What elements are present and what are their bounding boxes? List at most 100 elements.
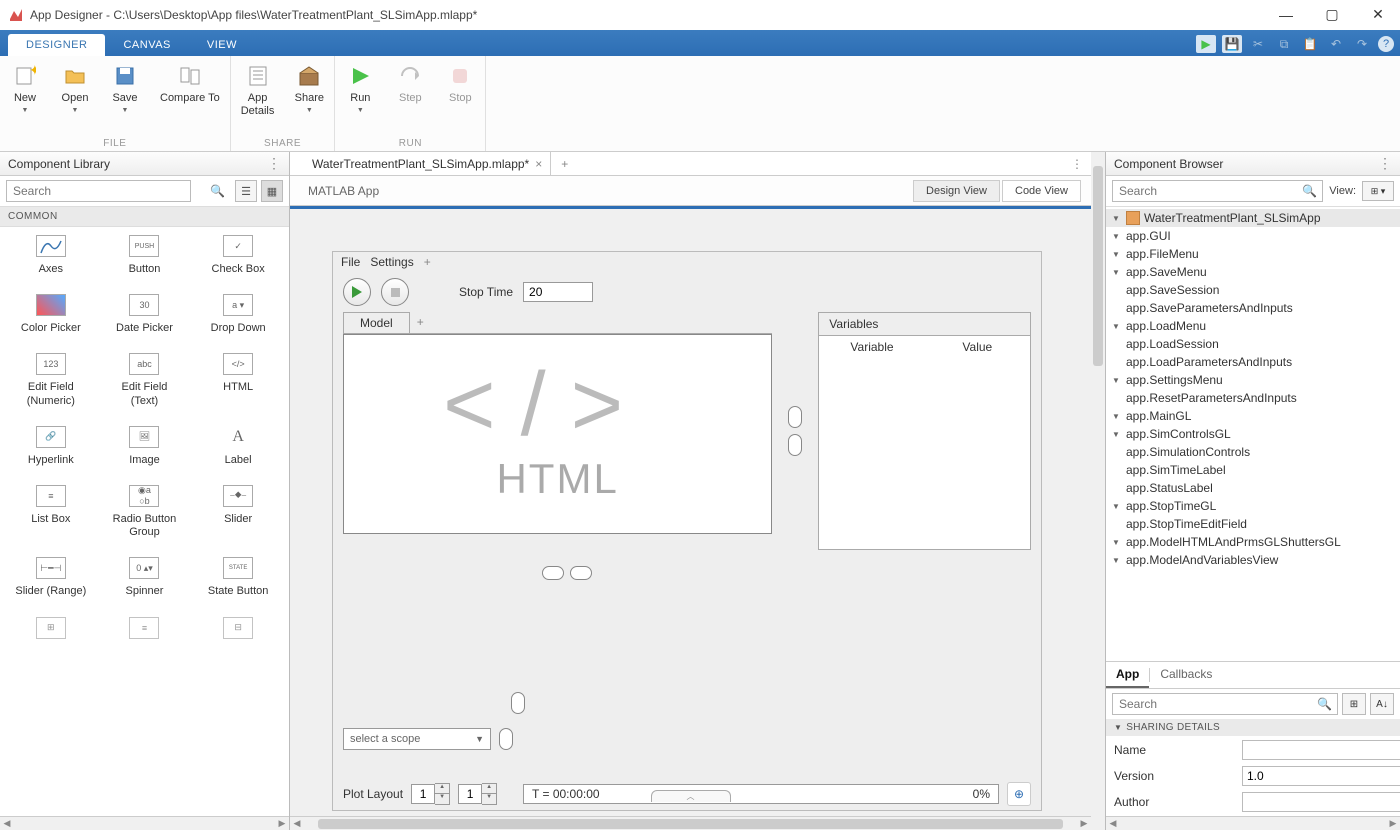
share-button[interactable]: Share ▼ <box>284 60 334 136</box>
expand-icon[interactable]: ▼ <box>1112 322 1122 331</box>
drawer-handle[interactable]: ︿ <box>651 790 731 802</box>
tree-node[interactable]: ▼app.FileMenu <box>1106 245 1400 263</box>
model-tab[interactable]: Model <box>343 312 410 333</box>
quick-undo-icon[interactable]: ↶ <box>1326 35 1346 53</box>
component-image[interactable]: 🖼Image <box>102 426 186 467</box>
add-menu-icon[interactable]: + <box>424 255 431 269</box>
component-more[interactable]: ⊞ <box>9 617 93 645</box>
component-label[interactable]: ALabel <box>196 426 280 467</box>
sharing-details-section[interactable]: ▼SHARING DETAILS <box>1106 719 1400 736</box>
plot-cols-spinner[interactable]: ▲▼ <box>458 783 497 805</box>
component-editfield-text[interactable]: abcEdit Field (Text) <box>102 353 186 407</box>
prop-val-version[interactable] <box>1242 766 1400 786</box>
quick-cut-icon[interactable]: ✂ <box>1248 35 1268 53</box>
tree-node[interactable]: app.SimulationControls <box>1106 443 1400 461</box>
shutter-pill[interactable] <box>499 728 513 750</box>
app-window[interactable]: File Settings + Stop Time Model + <box>332 251 1042 811</box>
stop-button[interactable]: Stop <box>435 60 485 136</box>
vertical-shutters[interactable] <box>788 312 802 550</box>
tab-canvas[interactable]: CANVAS <box>105 34 188 56</box>
expand-icon[interactable]: ▼ <box>1112 412 1122 421</box>
prop-grid-button[interactable]: ⊞ <box>1342 693 1366 715</box>
component-slider-range[interactable]: ⊢━⊣Slider (Range) <box>9 557 93 598</box>
tree-node[interactable]: ▼app.LoadMenu <box>1106 317 1400 335</box>
tree-node[interactable]: ▼app.StopTimeGL <box>1106 497 1400 515</box>
component-html[interactable]: </>HTML <box>196 353 280 407</box>
tab-designer[interactable]: DESIGNER <box>8 34 105 56</box>
component-search-input[interactable] <box>6 180 191 202</box>
browser-search-input[interactable] <box>1112 180 1323 202</box>
tree-node[interactable]: app.SaveSession <box>1106 281 1400 299</box>
add-model-tab[interactable]: + <box>409 312 432 333</box>
component-button[interactable]: PUSHButton <box>102 235 186 276</box>
component-more[interactable]: ≡ <box>102 617 186 645</box>
tab-view[interactable]: VIEW <box>189 34 255 56</box>
variables-tab[interactable]: Variables <box>818 312 1031 335</box>
sim-run-button[interactable] <box>343 278 371 306</box>
app-details-button[interactable]: App Details <box>231 60 285 136</box>
tree-node[interactable]: app.LoadParametersAndInputs <box>1106 353 1400 371</box>
tree-node[interactable]: ▼WaterTreatmentPlant_SLSimApp <box>1106 209 1400 227</box>
plot-rows-spinner[interactable]: ▲▼ <box>411 783 450 805</box>
run-button[interactable]: Run ▼ <box>335 60 385 136</box>
canvas-vscrollbar[interactable] <box>1091 152 1105 830</box>
new-button[interactable]: ✦ New ▼ <box>0 60 50 136</box>
horizontal-shutters[interactable] <box>290 560 1041 586</box>
zoom-button[interactable]: ⊕ <box>1007 782 1031 806</box>
sim-stop-button[interactable] <box>381 278 409 306</box>
component-datepicker[interactable]: 30Date Picker <box>102 294 186 335</box>
minimize-button[interactable]: — <box>1272 7 1300 23</box>
html-component[interactable]: < / > HTML <box>343 334 772 534</box>
close-tab-icon[interactable]: × <box>535 157 542 171</box>
maximize-button[interactable]: ▢ <box>1318 6 1346 23</box>
tree-node[interactable]: ▼app.ModelAndVariablesView <box>1106 551 1400 569</box>
open-button[interactable]: Open ▼ <box>50 60 100 136</box>
component-statebutton[interactable]: STATEState Button <box>196 557 280 598</box>
prop-val-author[interactable] <box>1242 792 1400 812</box>
component-more[interactable]: ⊟ <box>196 617 280 645</box>
expand-icon[interactable]: ▼ <box>1112 538 1122 547</box>
left-scrollbar[interactable]: ◀▶ <box>0 816 289 830</box>
view-dropdown[interactable]: ⊞ ▾ <box>1362 181 1394 201</box>
canvas-area[interactable]: File Settings + Stop Time Model + <box>290 206 1091 816</box>
tree-node[interactable]: app.LoadSession <box>1106 335 1400 353</box>
tree-node[interactable]: ▼app.SaveMenu <box>1106 263 1400 281</box>
expand-icon[interactable]: ▼ <box>1112 250 1122 259</box>
component-dropdown[interactable]: a ▾Drop Down <box>196 294 280 335</box>
add-tab-button[interactable]: + <box>551 152 578 175</box>
grid-view-button[interactable]: ▦ <box>261 180 283 202</box>
prop-sort-button[interactable]: A↓ <box>1370 693 1394 715</box>
step-button[interactable]: Step <box>385 60 435 136</box>
expand-icon[interactable]: ▼ <box>1112 214 1122 223</box>
quick-help-icon[interactable]: ? <box>1378 36 1394 52</box>
component-editfield-numeric[interactable]: 123Edit Field (Numeric) <box>9 353 93 407</box>
component-axes[interactable]: Axes <box>9 235 93 276</box>
save-button[interactable]: Save ▼ <box>100 60 150 136</box>
tree-node[interactable]: ▼app.MainGL <box>1106 407 1400 425</box>
file-tab[interactable]: WaterTreatmentPlant_SLSimApp.mlapp* × <box>304 152 551 175</box>
expand-icon[interactable]: ▼ <box>1112 502 1122 511</box>
right-scrollbar[interactable]: ◀▶ <box>1106 816 1400 830</box>
quick-run-icon[interactable]: ▶ <box>1196 35 1216 53</box>
app-menu-file[interactable]: File <box>341 255 360 269</box>
canvas-hscrollbar[interactable]: ◀▶ <box>290 816 1091 830</box>
component-checkbox[interactable]: ✓Check Box <box>196 235 280 276</box>
expand-icon[interactable]: ▼ <box>1112 376 1122 385</box>
expand-icon[interactable]: ▼ <box>1112 268 1122 277</box>
prop-val-name[interactable] <box>1242 740 1400 760</box>
component-spinner[interactable]: 0 ▴▾Spinner <box>102 557 186 598</box>
prop-tab-app[interactable]: App <box>1106 662 1149 688</box>
quick-save-icon[interactable]: 💾 <box>1222 35 1242 53</box>
code-view-button[interactable]: Code View <box>1002 180 1081 202</box>
component-slider[interactable]: ⎯◆⎯Slider <box>196 485 280 539</box>
scope-dropdown[interactable]: select a scope ▼ <box>343 728 491 750</box>
quick-copy-icon[interactable]: ⧉ <box>1274 35 1294 53</box>
tree-node[interactable]: app.ResetParametersAndInputs <box>1106 389 1400 407</box>
app-menu-settings[interactable]: Settings <box>370 255 413 269</box>
design-view-button[interactable]: Design View <box>913 180 1000 202</box>
tree-node[interactable]: app.StopTimeEditField <box>1106 515 1400 533</box>
component-colorpicker[interactable]: Color Picker <box>9 294 93 335</box>
expand-icon[interactable]: ▼ <box>1112 232 1122 241</box>
prop-tab-callbacks[interactable]: Callbacks <box>1150 662 1222 688</box>
component-radiogroup[interactable]: ◉a○bRadio Button Group <box>102 485 186 539</box>
